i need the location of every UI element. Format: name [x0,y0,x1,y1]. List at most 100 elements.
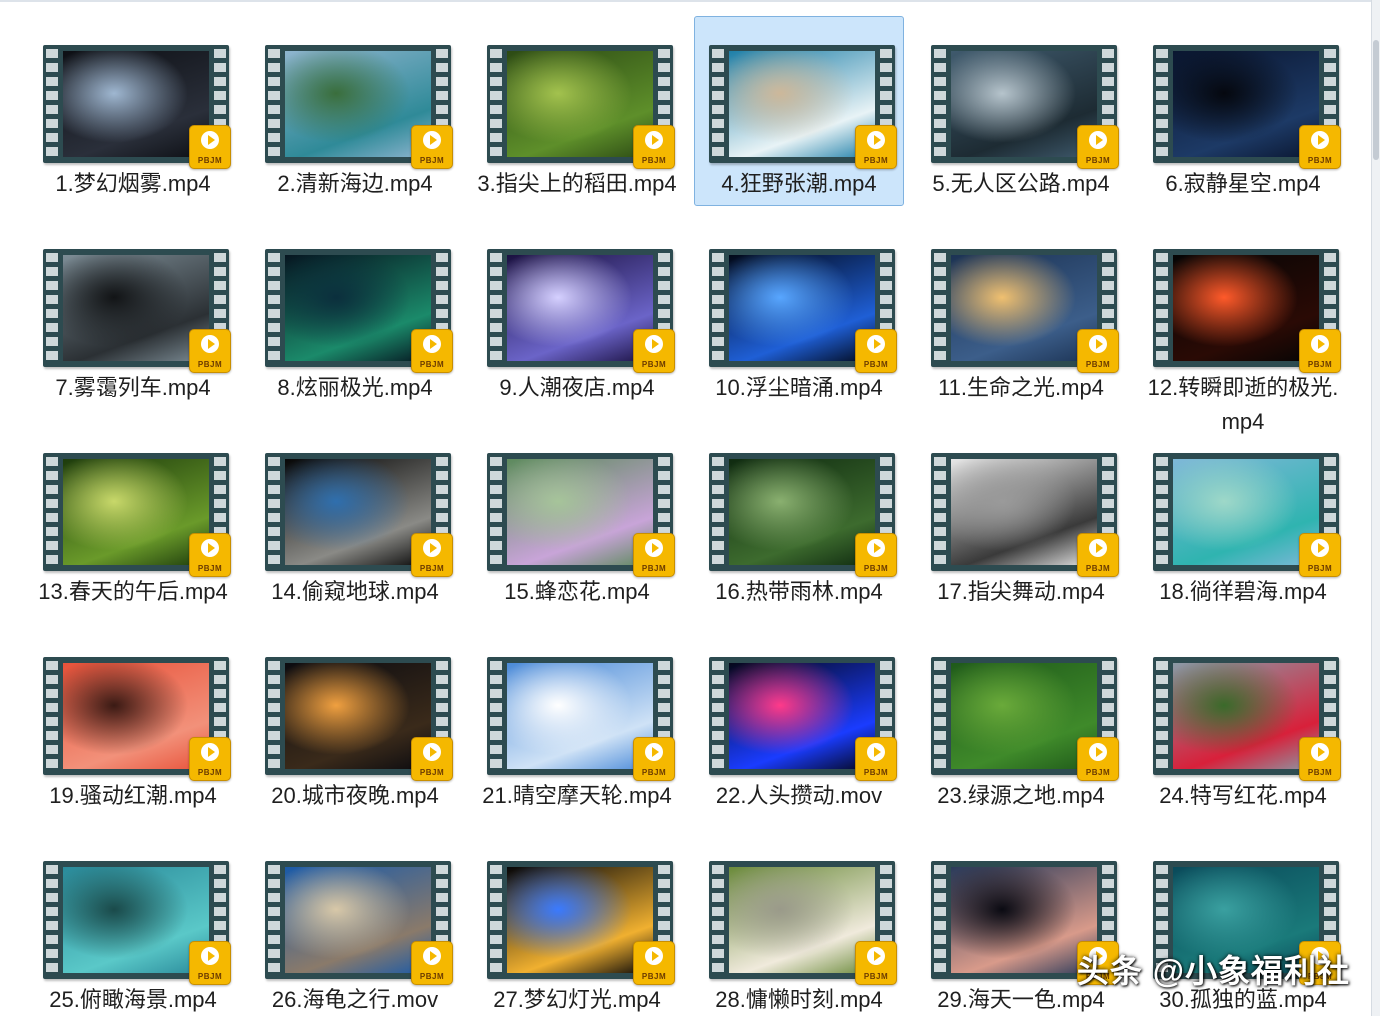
play-icon [1089,539,1107,557]
file-name: 3.指尖上的稻田.mp4 [477,171,677,196]
play-icon [201,131,219,149]
file-item[interactable]: PBJM 30.孤独的蓝.mp4 [1138,832,1348,1028]
scrollbar-thumb[interactable] [1373,40,1379,160]
badge-brand-label: PBJM [863,564,889,573]
file-item[interactable]: PBJM 23.绿源之地.mp4 [916,628,1126,824]
play-icon [645,743,663,761]
badge-brand-label: PBJM [1085,768,1111,777]
video-thumbnail [1173,459,1319,565]
player-app-badge-icon: PBJM [633,329,675,373]
film-perforation [490,49,502,159]
play-icon [867,335,885,353]
badge-brand-label: PBJM [419,564,445,573]
file-name: 7.雾霭列车.mp4 [55,375,211,400]
file-name: 19.骚动红潮.mp4 [49,783,217,808]
player-app-badge-icon: PBJM [189,125,231,169]
file-item[interactable]: PBJM 12.转瞬即逝的极光.mp4 [1138,220,1348,434]
film-perforation [46,49,58,159]
player-app-badge-icon: PBJM [1077,533,1119,577]
file-item[interactable]: PBJM 16.热带雨林.mp4 [694,424,904,620]
file-item[interactable]: PBJM 15.蜂恋花.mp4 [472,424,682,620]
file-item[interactable]: PBJM 10.浮尘暗涌.mp4 [694,220,904,416]
file-name: 26.海龟之行.mov [271,987,439,1012]
film-perforation [934,49,946,159]
file-item[interactable]: PBJM 21.晴空摩天轮.mp4 [472,628,682,824]
film-perforation [934,661,946,771]
play-icon [201,335,219,353]
file-item[interactable]: PBJM 24.特写红花.mp4 [1138,628,1348,824]
badge-brand-label: PBJM [419,768,445,777]
video-file-icon: PBJM [487,657,675,781]
file-item[interactable]: PBJM 20.城市夜晚.mp4 [250,628,460,824]
play-icon [645,947,663,965]
video-file-icon: PBJM [931,453,1119,577]
player-app-badge-icon: PBJM [411,737,453,781]
file-item[interactable]: PBJM 1.梦幻烟雾.mp4 [28,16,238,212]
file-item[interactable]: PBJM 28.慵懒时刻.mp4 [694,832,904,1028]
video-thumbnail [63,51,209,157]
badge-brand-label: PBJM [197,972,223,981]
video-thumbnail [507,51,653,157]
badge-brand-label: PBJM [863,768,889,777]
video-file-icon: PBJM [43,861,231,985]
badge-brand-label: PBJM [863,360,889,369]
file-item[interactable]: PBJM 9.人潮夜店.mp4 [472,220,682,416]
file-item[interactable]: PBJM 5.无人区公路.mp4 [916,16,1126,212]
player-app-badge-icon: PBJM [189,533,231,577]
play-icon [867,131,885,149]
file-item[interactable]: PBJM 17.指尖舞动.mp4 [916,424,1126,620]
player-app-badge-icon: PBJM [855,941,897,985]
video-thumbnail [63,867,209,973]
player-app-badge-icon: PBJM [1077,125,1119,169]
file-item[interactable]: PBJM 4.狂野张潮.mp4 [694,16,904,206]
film-perforation [46,457,58,567]
file-name: 27.梦幻灯光.mp4 [493,987,661,1012]
file-name: 4.狂野张潮.mp4 [721,171,877,196]
player-app-badge-icon: PBJM [633,533,675,577]
file-item[interactable]: PBJM 14.偷窥地球.mp4 [250,424,460,620]
film-perforation [1156,49,1168,159]
video-file-icon: PBJM [709,249,897,373]
vertical-scrollbar[interactable] [1371,0,1380,1016]
video-file-icon: PBJM [43,453,231,577]
file-name: 14.偷窥地球.mp4 [271,579,439,604]
video-thumbnail [285,663,431,769]
file-item[interactable]: PBJM 6.寂静星空.mp4 [1138,16,1348,212]
play-icon [201,947,219,965]
file-item[interactable]: PBJM 25.俯瞰海景.mp4 [28,832,238,1028]
file-item[interactable]: PBJM 11.生命之光.mp4 [916,220,1126,416]
film-perforation [490,661,502,771]
file-name: 16.热带雨林.mp4 [715,579,883,604]
player-app-badge-icon: PBJM [189,329,231,373]
film-perforation [712,865,724,975]
file-item[interactable]: PBJM 22.人头攒动.mov [694,628,904,824]
file-item[interactable]: PBJM 3.指尖上的稻田.mp4 [472,16,682,212]
file-item[interactable]: PBJM 27.梦幻灯光.mp4 [472,832,682,1028]
player-app-badge-icon: PBJM [1299,737,1341,781]
video-thumbnail [951,867,1097,973]
file-item[interactable]: PBJM 7.雾霭列车.mp4 [28,220,238,416]
file-name: 25.俯瞰海景.mp4 [49,987,217,1012]
file-item[interactable]: PBJM 26.海龟之行.mov [250,832,460,1028]
badge-brand-label: PBJM [419,156,445,165]
file-item[interactable]: PBJM 29.海天一色.mp4 [916,832,1126,1028]
file-item[interactable]: PBJM 19.骚动红潮.mp4 [28,628,238,824]
film-perforation [712,253,724,363]
file-name: 6.寂静星空.mp4 [1165,171,1321,196]
play-icon [1089,131,1107,149]
video-file-icon: PBJM [487,861,675,985]
video-thumbnail [729,663,875,769]
file-name: 20.城市夜晚.mp4 [271,783,439,808]
video-file-icon: PBJM [709,861,897,985]
play-icon [645,539,663,557]
video-thumbnail [507,255,653,361]
file-item[interactable]: PBJM 13.春天的午后.mp4 [28,424,238,620]
film-perforation [268,865,280,975]
file-item[interactable]: PBJM 8.炫丽极光.mp4 [250,220,460,416]
window-top-border [0,0,1380,2]
video-file-icon: PBJM [931,657,1119,781]
file-item[interactable]: PBJM 18.徜徉碧海.mp4 [1138,424,1348,620]
video-thumbnail [951,255,1097,361]
file-item[interactable]: PBJM 2.清新海边.mp4 [250,16,460,212]
player-app-badge-icon: PBJM [633,941,675,985]
